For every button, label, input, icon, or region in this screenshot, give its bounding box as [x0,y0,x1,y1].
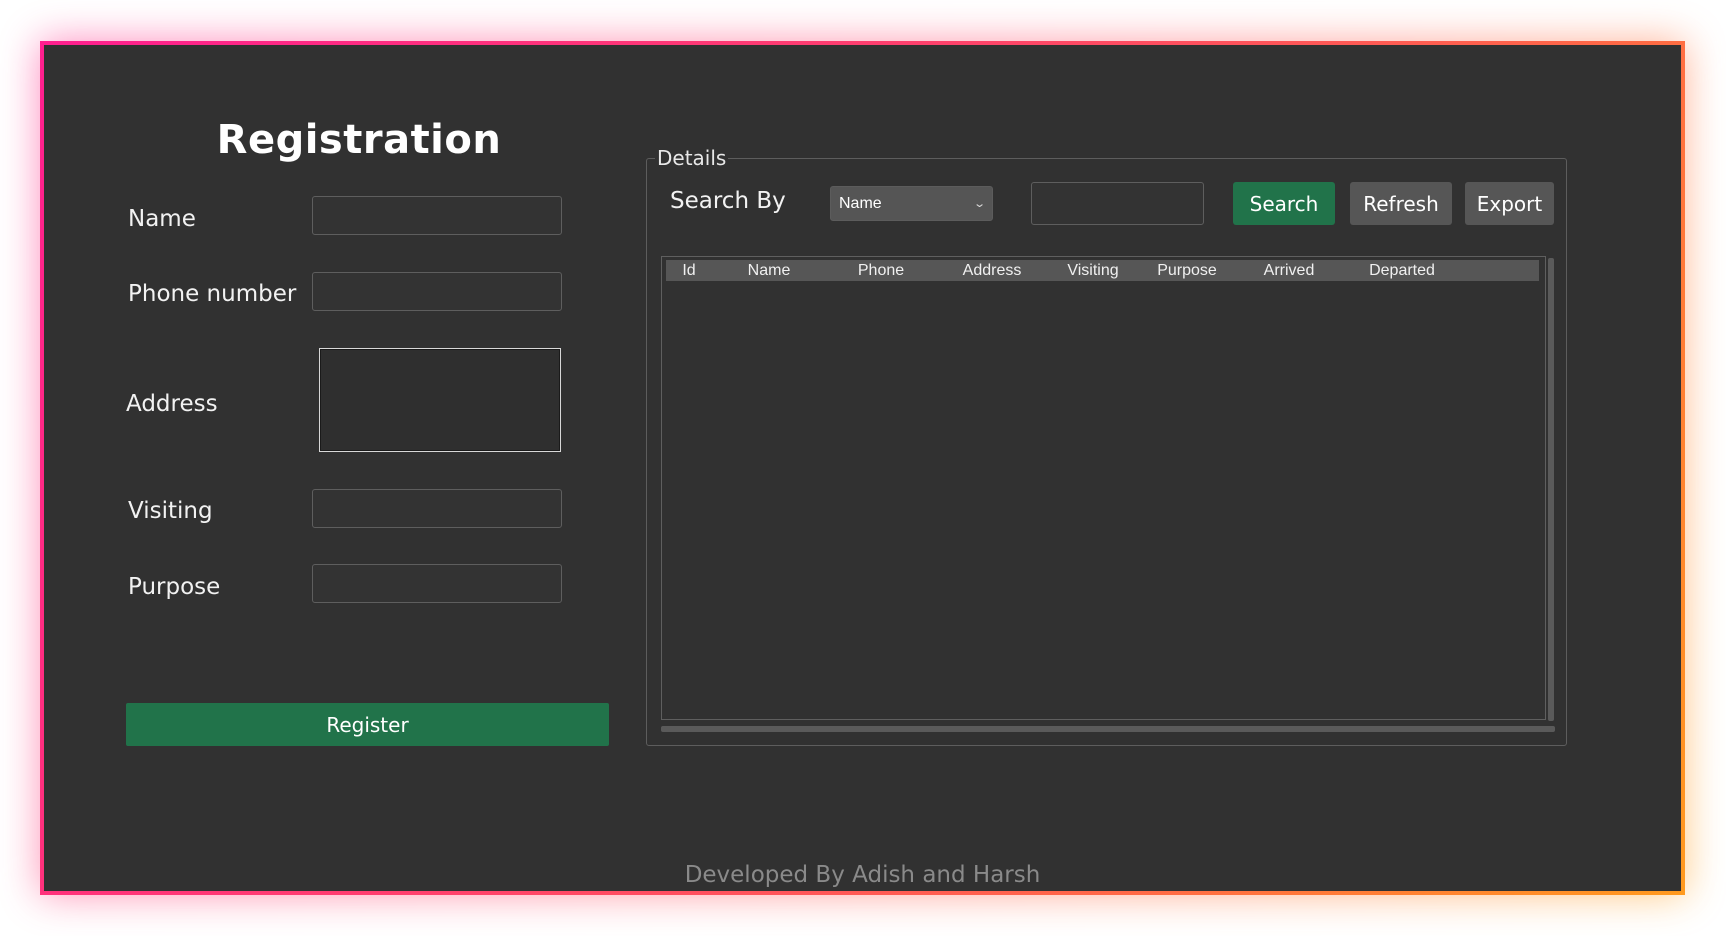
visiting-label: Visiting [128,498,213,524]
phone-label: Phone number [128,281,297,307]
column-header-name[interactable]: Name [748,262,791,280]
refresh-button[interactable]: Refresh [1350,182,1452,225]
phone-field[interactable] [312,272,562,311]
details-legend: Details [655,146,729,170]
chevron-down-icon: ⌄ [972,198,986,210]
column-header-purpose[interactable]: Purpose [1157,262,1217,280]
name-label: Name [128,206,196,232]
column-header-phone[interactable]: Phone [858,262,904,280]
footer-credit: Developed By Adish and Harsh [684,862,1041,888]
address-field[interactable] [319,348,561,452]
table-header: Id Name Phone Address Visiting Purpose A… [666,260,1539,281]
purpose-label: Purpose [128,574,221,600]
register-button[interactable]: Register [126,703,609,746]
search-button[interactable]: Search [1233,182,1335,225]
column-header-address[interactable]: Address [963,262,1022,280]
export-button[interactable]: Export [1465,182,1554,225]
page-title: Registration [216,117,502,163]
search-by-selected-value: Name [839,194,882,212]
column-header-arrived[interactable]: Arrived [1264,262,1315,280]
column-header-visiting[interactable]: Visiting [1067,262,1118,280]
search-by-select[interactable]: Name ⌄ [830,186,993,221]
address-label: Address [126,391,218,417]
app-window: Registration Name Phone number Address V… [44,45,1681,891]
details-table: Id Name Phone Address Visiting Purpose A… [661,256,1546,720]
visiting-field[interactable] [312,489,562,528]
vertical-scrollbar[interactable] [1548,258,1554,721]
app-window-frame: Registration Name Phone number Address V… [40,41,1685,895]
name-field[interactable] [312,196,562,235]
column-header-id[interactable]: Id [682,262,695,280]
horizontal-scrollbar[interactable] [661,726,1555,732]
search-input[interactable] [1031,182,1204,225]
details-panel: Details Search By Name ⌄ Search Refresh … [646,146,1567,746]
column-header-departed[interactable]: Departed [1369,262,1435,280]
search-by-label: Search By [670,188,786,214]
purpose-field[interactable] [312,564,562,603]
